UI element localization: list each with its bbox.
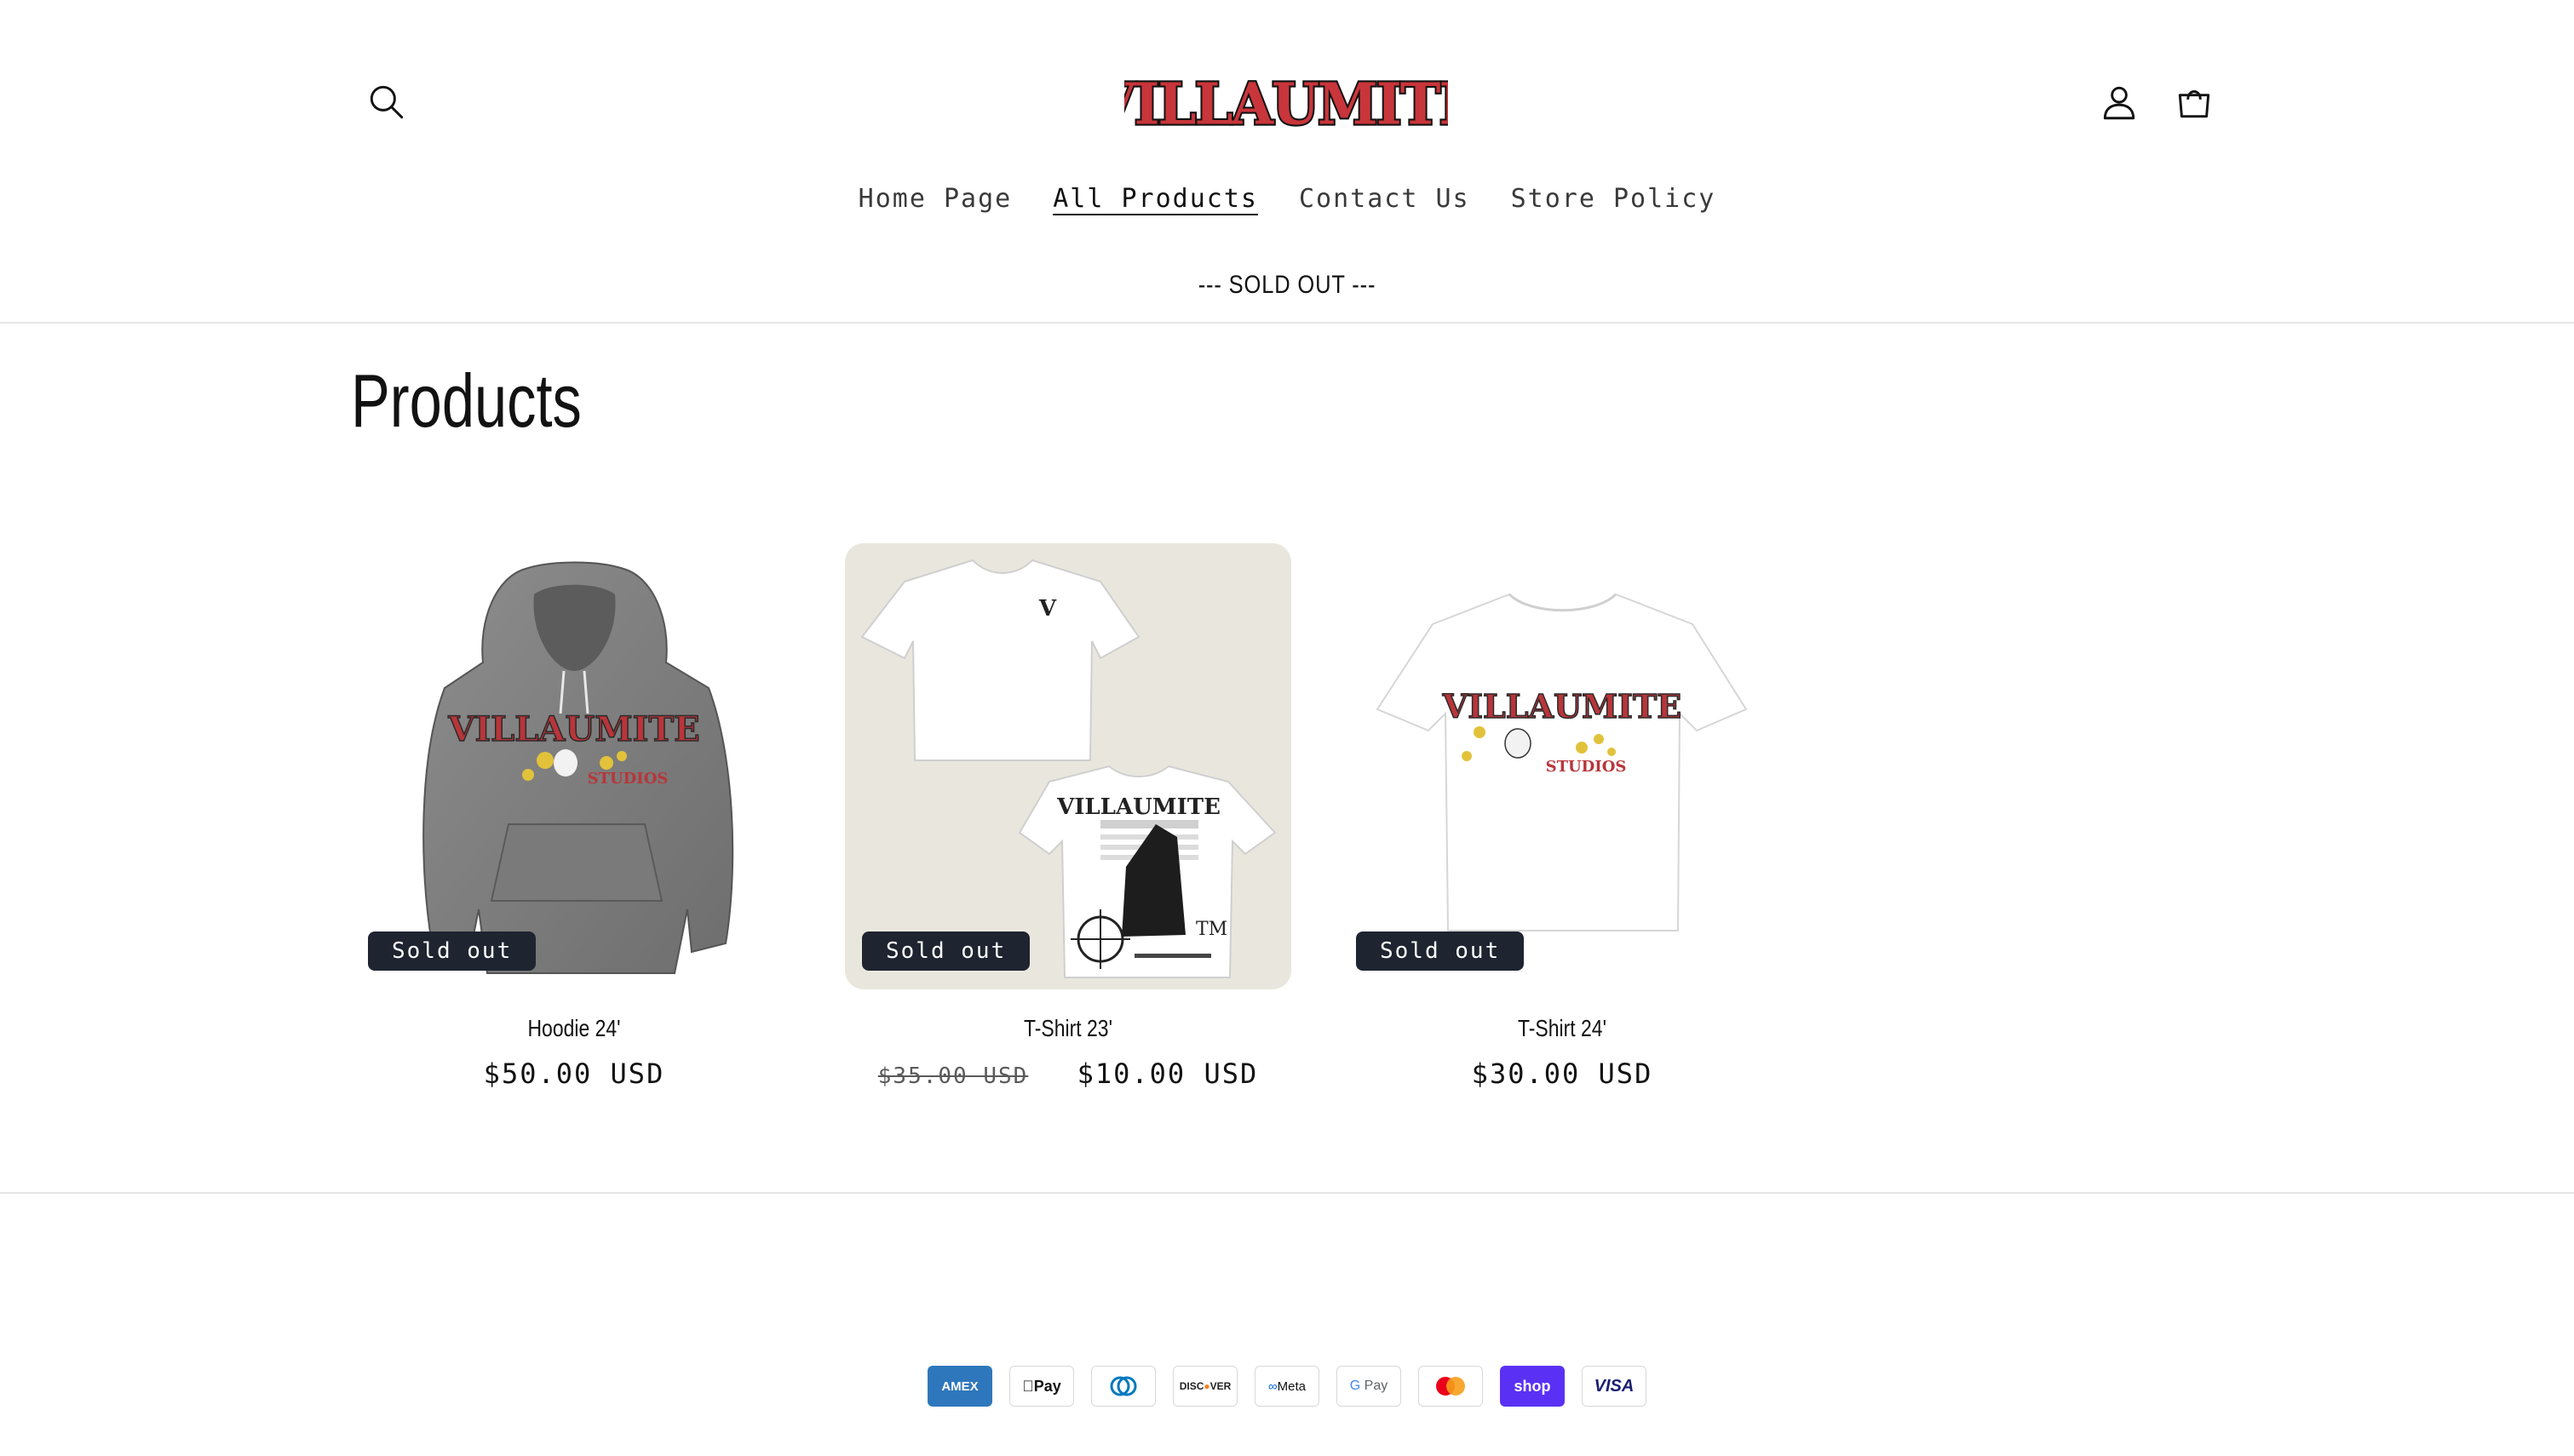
- site-header: VILLAUMITE Home Page All Products Contac…: [0, 0, 2574, 324]
- product-grid: VILLAUMITE STUDIOS Sold out Hoodie 24' $…: [351, 543, 1785, 1090]
- svg-text:VILLAUMITE: VILLAUMITE: [1124, 71, 1448, 138]
- price-sale: $10.00 USD: [1077, 1058, 1259, 1090]
- product-price: $30.00 USD: [1339, 1058, 1785, 1090]
- price-regular: $30.00 USD: [1471, 1058, 1653, 1090]
- svg-text:TM: TM: [1196, 919, 1227, 940]
- site-logo[interactable]: VILLAUMITE: [1124, 60, 1448, 145]
- apple-pay-icon: Pay: [1009, 1366, 1074, 1407]
- product-card[interactable]: V VILLAUMITE TM Sold out T-Shirt 23' $35…: [845, 543, 1291, 1090]
- nav-all-products[interactable]: All Products: [1053, 181, 1258, 217]
- discover-icon: DISC●VER: [1173, 1366, 1238, 1407]
- product-image-tshirt-23[interactable]: V VILLAUMITE TM Sold out: [845, 543, 1291, 989]
- shop-pay-icon: shop: [1500, 1366, 1565, 1407]
- svg-text:V: V: [1038, 596, 1057, 622]
- google-pay-icon: G Pay: [1336, 1366, 1401, 1407]
- price-compare: $35.00 USD: [877, 1063, 1029, 1089]
- product-card[interactable]: VILLAUMITE STUDIOS Sold out T-Shirt 24' …: [1339, 543, 1785, 1090]
- svg-text:VILLAUMITE: VILLAUMITE: [447, 709, 699, 749]
- account-button[interactable]: [2085, 68, 2153, 136]
- svg-text:STUDIOS: STUDIOS: [588, 770, 669, 788]
- announcement-bar: --- SOLD OUT ---: [1198, 271, 1376, 299]
- nav-contact-us[interactable]: Contact Us: [1299, 181, 1470, 217]
- footer-divider: [0, 1192, 2574, 1194]
- product-title[interactable]: T-Shirt 23': [885, 1015, 1251, 1042]
- main-nav: Home Page All Products Contact Us Store …: [0, 181, 2574, 217]
- hoodie-image: VILLAUMITE STUDIOS: [422, 561, 734, 974]
- tshirt-24-image: VILLAUMITE STUDIOS: [1376, 593, 1748, 931]
- product-title[interactable]: Hoodie 24': [391, 1015, 757, 1042]
- visa-icon: VISA: [1582, 1366, 1646, 1407]
- mastercard-icon: [1418, 1366, 1483, 1407]
- search-button[interactable]: [353, 68, 421, 136]
- tshirt-23-image: V VILLAUMITE TM: [860, 559, 1277, 978]
- diners-club-icon: [1091, 1366, 1156, 1407]
- svg-text:STUDIOS: STUDIOS: [1546, 758, 1627, 776]
- nav-home-page[interactable]: Home Page: [859, 181, 1013, 217]
- nav-store-policy[interactable]: Store Policy: [1511, 181, 1716, 217]
- product-title[interactable]: T-Shirt 24': [1379, 1015, 1745, 1042]
- page-title: Products: [351, 358, 582, 443]
- svg-text:VILLAUMITE: VILLAUMITE: [1442, 687, 1681, 725]
- cart-button[interactable]: [2160, 68, 2228, 136]
- account-icon: [2103, 86, 2135, 120]
- product-card[interactable]: VILLAUMITE STUDIOS Sold out Hoodie 24' $…: [351, 543, 797, 1090]
- svg-text:VILLAUMITE: VILLAUMITE: [1056, 794, 1221, 820]
- payment-icons: AMEX Pay DISC●VER ∞Meta G Pay shop VISA: [0, 1366, 2574, 1407]
- amex-icon: AMEX: [928, 1366, 992, 1407]
- meta-pay-icon: ∞Meta: [1255, 1366, 1319, 1407]
- product-image-hoodie[interactable]: VILLAUMITE STUDIOS Sold out: [351, 543, 797, 989]
- search-icon: [370, 85, 404, 119]
- cart-icon: [2178, 90, 2210, 118]
- product-price: $50.00 USD: [351, 1058, 797, 1090]
- page: VILLAUMITE Home Page All Products Contac…: [0, 0, 2574, 1456]
- sold-out-badge: Sold out: [1356, 931, 1525, 971]
- product-image-tshirt-24[interactable]: VILLAUMITE STUDIOS Sold out: [1339, 543, 1785, 989]
- product-price: $35.00 USD $10.00 USD: [845, 1058, 1291, 1090]
- sold-out-badge: Sold out: [862, 931, 1031, 971]
- logo-wordmark: VILLAUMITE: [1124, 69, 1448, 140]
- sold-out-badge: Sold out: [368, 931, 537, 971]
- price-regular: $50.00 USD: [483, 1058, 665, 1090]
